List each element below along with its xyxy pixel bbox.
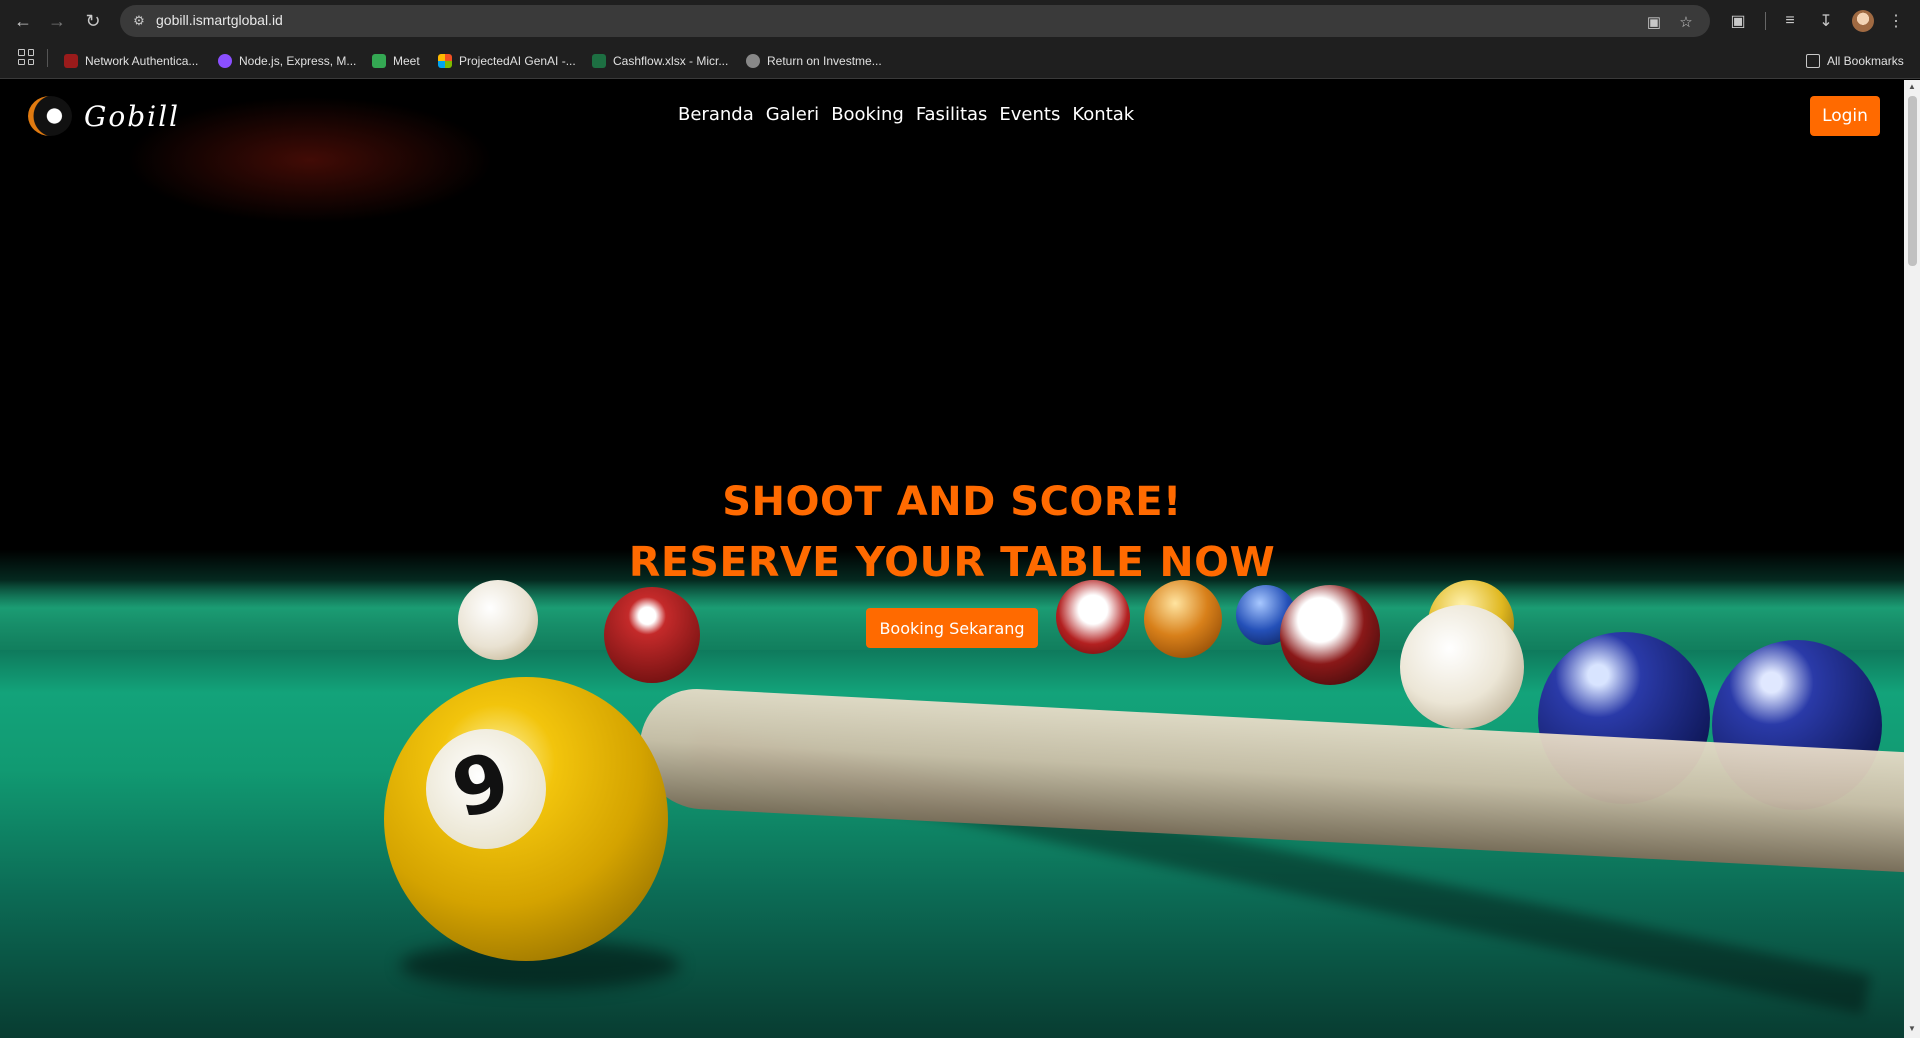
nav-beranda[interactable]: Beranda (678, 104, 754, 125)
site-info-icon[interactable]: ⚙ (130, 12, 148, 30)
site-navbar: Gobill Beranda Galeri Booking Fasilitas … (0, 80, 1904, 150)
bookmark-item[interactable]: Meet (372, 51, 420, 71)
bookmark-favicon-icon (64, 54, 78, 68)
openai-icon (746, 54, 760, 68)
billiard-ball (1280, 585, 1380, 685)
bookmark-item[interactable]: Return on Investme... (746, 51, 882, 71)
bookmark-item[interactable]: Cashflow.xlsx - Micr... (592, 51, 728, 71)
microsoft-icon (438, 54, 452, 68)
eight-ball-logo-icon (28, 96, 72, 136)
install-app-icon[interactable]: ▣ (1644, 12, 1664, 32)
hero-headline: SHOOT AND SCORE! RESERVE YOUR TABLE NOW (0, 472, 1904, 592)
apps-grid-icon[interactable] (18, 49, 34, 65)
bookmark-label: Cashflow.xlsx - Micr... (613, 54, 729, 68)
hero-line-1: SHOOT AND SCORE! (722, 479, 1182, 525)
extensions-icon[interactable]: ▣ (1726, 9, 1750, 33)
address-bar[interactable]: ⚙ gobill.ismartglobal.id ▣ ☆ (120, 5, 1710, 37)
all-bookmarks-label: All Bookmarks (1827, 54, 1904, 68)
toolbar-divider (1765, 12, 1766, 30)
site-logo[interactable]: Gobill (28, 96, 180, 136)
nav-galeri[interactable]: Galeri (766, 104, 819, 125)
bookmark-item[interactable]: ProjectedAI GenAI -... (438, 51, 576, 71)
menu-kebab-icon[interactable]: ⋮ (1884, 9, 1908, 33)
url-text[interactable]: gobill.ismartglobal.id (156, 12, 283, 28)
nav-booking[interactable]: Booking (831, 104, 904, 125)
nav-fasilitas[interactable]: Fasilitas (916, 104, 988, 125)
download-icon[interactable]: ↧ (1814, 9, 1838, 33)
bookmark-label: ProjectedAI GenAI -... (459, 54, 576, 68)
nav-kontak[interactable]: Kontak (1072, 104, 1134, 125)
folder-icon (1806, 54, 1820, 68)
scroll-thumb[interactable] (1908, 96, 1917, 266)
media-queue-icon[interactable]: ≡ (1778, 9, 1802, 33)
bookmark-label: Node.js, Express, M... (239, 54, 357, 68)
billiard-ball (604, 587, 700, 683)
excel-icon (592, 54, 606, 68)
nav-events[interactable]: Events (999, 104, 1060, 125)
scroll-up-icon[interactable]: ▲ (1907, 82, 1917, 92)
page-scrollbar[interactable]: ▲ ▼ (1904, 80, 1920, 1038)
bookmark-star-icon[interactable]: ☆ (1676, 12, 1696, 32)
bookmarks-divider (47, 49, 48, 67)
billiard-ball (458, 580, 538, 660)
login-button[interactable]: Login (1810, 96, 1880, 136)
cue-ball (1400, 605, 1524, 729)
meet-icon (372, 54, 386, 68)
hero-line-2: RESERVE YOUR TABLE NOW (628, 538, 1276, 586)
bookmark-label: Meet (393, 54, 420, 68)
bookmark-item[interactable]: Node.js, Express, M... (218, 51, 356, 71)
nine-ball: 9 (384, 677, 668, 961)
logo-text: Gobill (84, 99, 181, 133)
browser-toolbar: ← → ↻ ⚙ gobill.ismartglobal.id ▣ ☆ ▣ ≡ ↧… (0, 0, 1920, 42)
scroll-down-icon[interactable]: ▼ (1907, 1024, 1917, 1034)
forward-icon[interactable]: → (44, 8, 70, 34)
bookmark-label: Network Authentica... (85, 54, 199, 68)
profile-avatar[interactable] (1852, 10, 1874, 32)
bookmark-item[interactable]: Network Authentica... (64, 51, 198, 71)
bookmark-favicon-icon (218, 54, 232, 68)
booking-now-button[interactable]: Booking Sekarang (866, 608, 1038, 648)
all-bookmarks[interactable]: All Bookmarks (1806, 51, 1904, 71)
bookmark-label: Return on Investme... (767, 54, 882, 68)
back-icon[interactable]: ← (10, 8, 36, 34)
main-menu: Beranda Galeri Booking Fasilitas Events … (678, 104, 1134, 125)
reload-icon[interactable]: ↻ (80, 8, 106, 34)
hero-section: 9 Gobill Beranda Galeri Booking Fasilita… (0, 80, 1904, 1038)
